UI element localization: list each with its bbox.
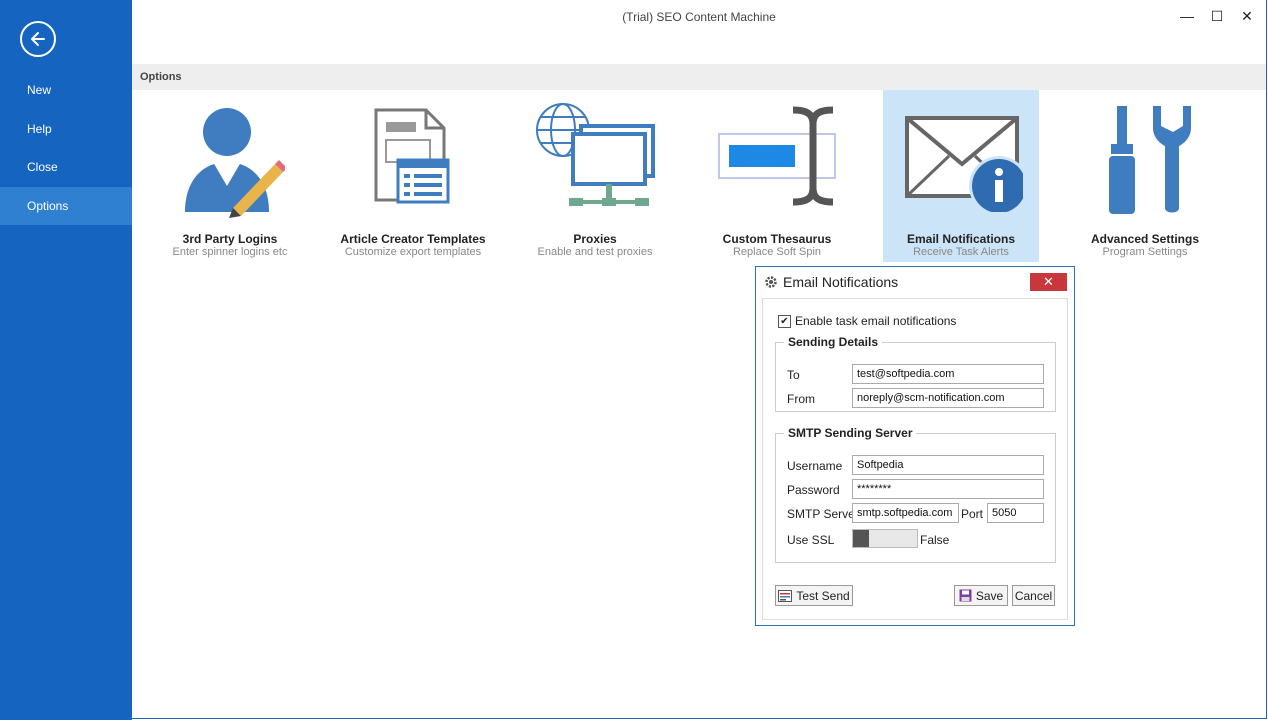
tile-advanced-settings[interactable]: Advanced Settings Program Settings	[1067, 90, 1223, 262]
tile-title: Article Creator Templates	[340, 232, 486, 246]
test-send-button[interactable]: Test Send	[775, 585, 853, 606]
username-field[interactable]: Softpedia	[852, 455, 1044, 475]
window-title: (Trial) SEO Content Machine	[622, 10, 776, 24]
sidebar-item-help[interactable]: Help	[0, 110, 132, 148]
username-label: Username	[787, 459, 843, 473]
tile-article-creator-templates[interactable]: Article Creator Templates Customize expo…	[335, 90, 491, 262]
tile-subtitle: Enter spinner logins etc	[172, 246, 288, 258]
password-label: Password	[787, 483, 840, 497]
save-icon	[959, 589, 972, 602]
sidebar-item-new[interactable]: New	[0, 71, 132, 109]
arrow-left-icon	[31, 32, 45, 46]
user-pencil-icon	[185, 108, 285, 218]
globe-network-icon	[536, 103, 655, 206]
tile-title: Proxies	[573, 232, 617, 246]
back-button[interactable]	[20, 21, 56, 57]
use-ssl-toggle[interactable]	[852, 529, 918, 548]
dialog-close-button[interactable]: ✕	[1030, 273, 1067, 291]
sidebar-item-options[interactable]: Options	[0, 187, 132, 225]
to-label: To	[787, 368, 800, 382]
toggle-knob	[853, 530, 869, 547]
sidebar: New Help Close Options	[0, 0, 132, 720]
enable-notifications-checkbox[interactable]: ✔	[778, 314, 791, 328]
tile-3rd-party-logins[interactable]: 3rd Party Logins Enter spinner logins et…	[152, 90, 308, 262]
tile-title: Advanced Settings	[1090, 232, 1200, 246]
sending-details-legend: Sending Details	[788, 335, 879, 349]
cancel-button[interactable]: Cancel	[1012, 585, 1055, 606]
tile-email-notifications[interactable]: Email Notifications Receive Task Alerts	[883, 90, 1039, 262]
save-button[interactable]: Save	[954, 585, 1008, 606]
port-field[interactable]: 5050	[987, 503, 1044, 523]
use-ssl-value: False	[920, 533, 950, 547]
close-icon: ✕	[1043, 274, 1054, 289]
test-send-icon	[778, 589, 793, 602]
enable-notifications-label: Enable task email notifications	[795, 314, 957, 328]
port-label: Port	[961, 507, 984, 521]
main-area: (Trial) SEO Content Machine — ☐ ✕ Option…	[132, 0, 1267, 719]
to-field[interactable]: test@softpedia.com	[852, 364, 1044, 384]
tile-subtitle: Enable and test proxies	[537, 246, 653, 258]
dialog-title: Email Notifications	[783, 274, 899, 290]
sidebar-item-close[interactable]: Close	[0, 148, 132, 186]
tile-title: Email Notifications	[906, 232, 1016, 246]
enable-notifications-row: ✔ Enable task email notifications	[778, 314, 956, 328]
cancel-label: Cancel	[1014, 588, 1053, 603]
tile-subtitle: Customize export templates	[344, 246, 482, 258]
minimize-button[interactable]: —	[1174, 6, 1200, 26]
smtp-server-legend: SMTP Sending Server	[788, 426, 913, 440]
email-notifications-dialog: Email Notifications ✕ ✔ Enable task emai…	[755, 266, 1075, 626]
checkmark-icon: ✔	[780, 315, 789, 327]
minimize-icon: —	[1180, 8, 1194, 24]
from-field[interactable]: noreply@scm-notification.com	[852, 388, 1044, 408]
dialog-header: Email Notifications	[764, 274, 898, 290]
maximize-icon: ☐	[1210, 7, 1224, 24]
tools-icon	[1109, 106, 1191, 214]
from-label: From	[787, 392, 815, 406]
close-button[interactable]: ✕	[1234, 6, 1260, 26]
gear-icon	[765, 276, 777, 288]
tile-title: 3rd Party Logins	[182, 232, 278, 246]
tile-title: Custom Thesaurus	[722, 232, 832, 246]
tile-subtitle: Replace Soft Spin	[732, 246, 822, 258]
tile-subtitle: Receive Task Alerts	[913, 246, 1009, 258]
test-send-label: Test Send	[796, 588, 850, 603]
text-cursor-icon	[718, 106, 836, 206]
dialog-body: ✔ Enable task email notifications Sendin…	[762, 298, 1068, 620]
smtp-server-label: SMTP Server	[787, 507, 859, 521]
use-ssl-label: Use SSL	[787, 533, 835, 547]
options-header: Options	[132, 64, 1266, 90]
smtp-server-field[interactable]: smtp.softpedia.com	[852, 503, 959, 523]
tile-subtitle: Program Settings	[1102, 246, 1188, 258]
maximize-button[interactable]: ☐	[1204, 6, 1230, 26]
envelope-info-icon	[905, 116, 1023, 212]
close-icon: ✕	[1241, 7, 1253, 24]
tile-proxies[interactable]: Proxies Enable and test proxies	[517, 90, 673, 262]
tile-custom-thesaurus[interactable]: Custom Thesaurus Replace Soft Spin	[699, 90, 855, 262]
document-template-icon	[374, 108, 450, 204]
password-field[interactable]: ********	[852, 479, 1044, 499]
save-label: Save	[975, 588, 1004, 603]
